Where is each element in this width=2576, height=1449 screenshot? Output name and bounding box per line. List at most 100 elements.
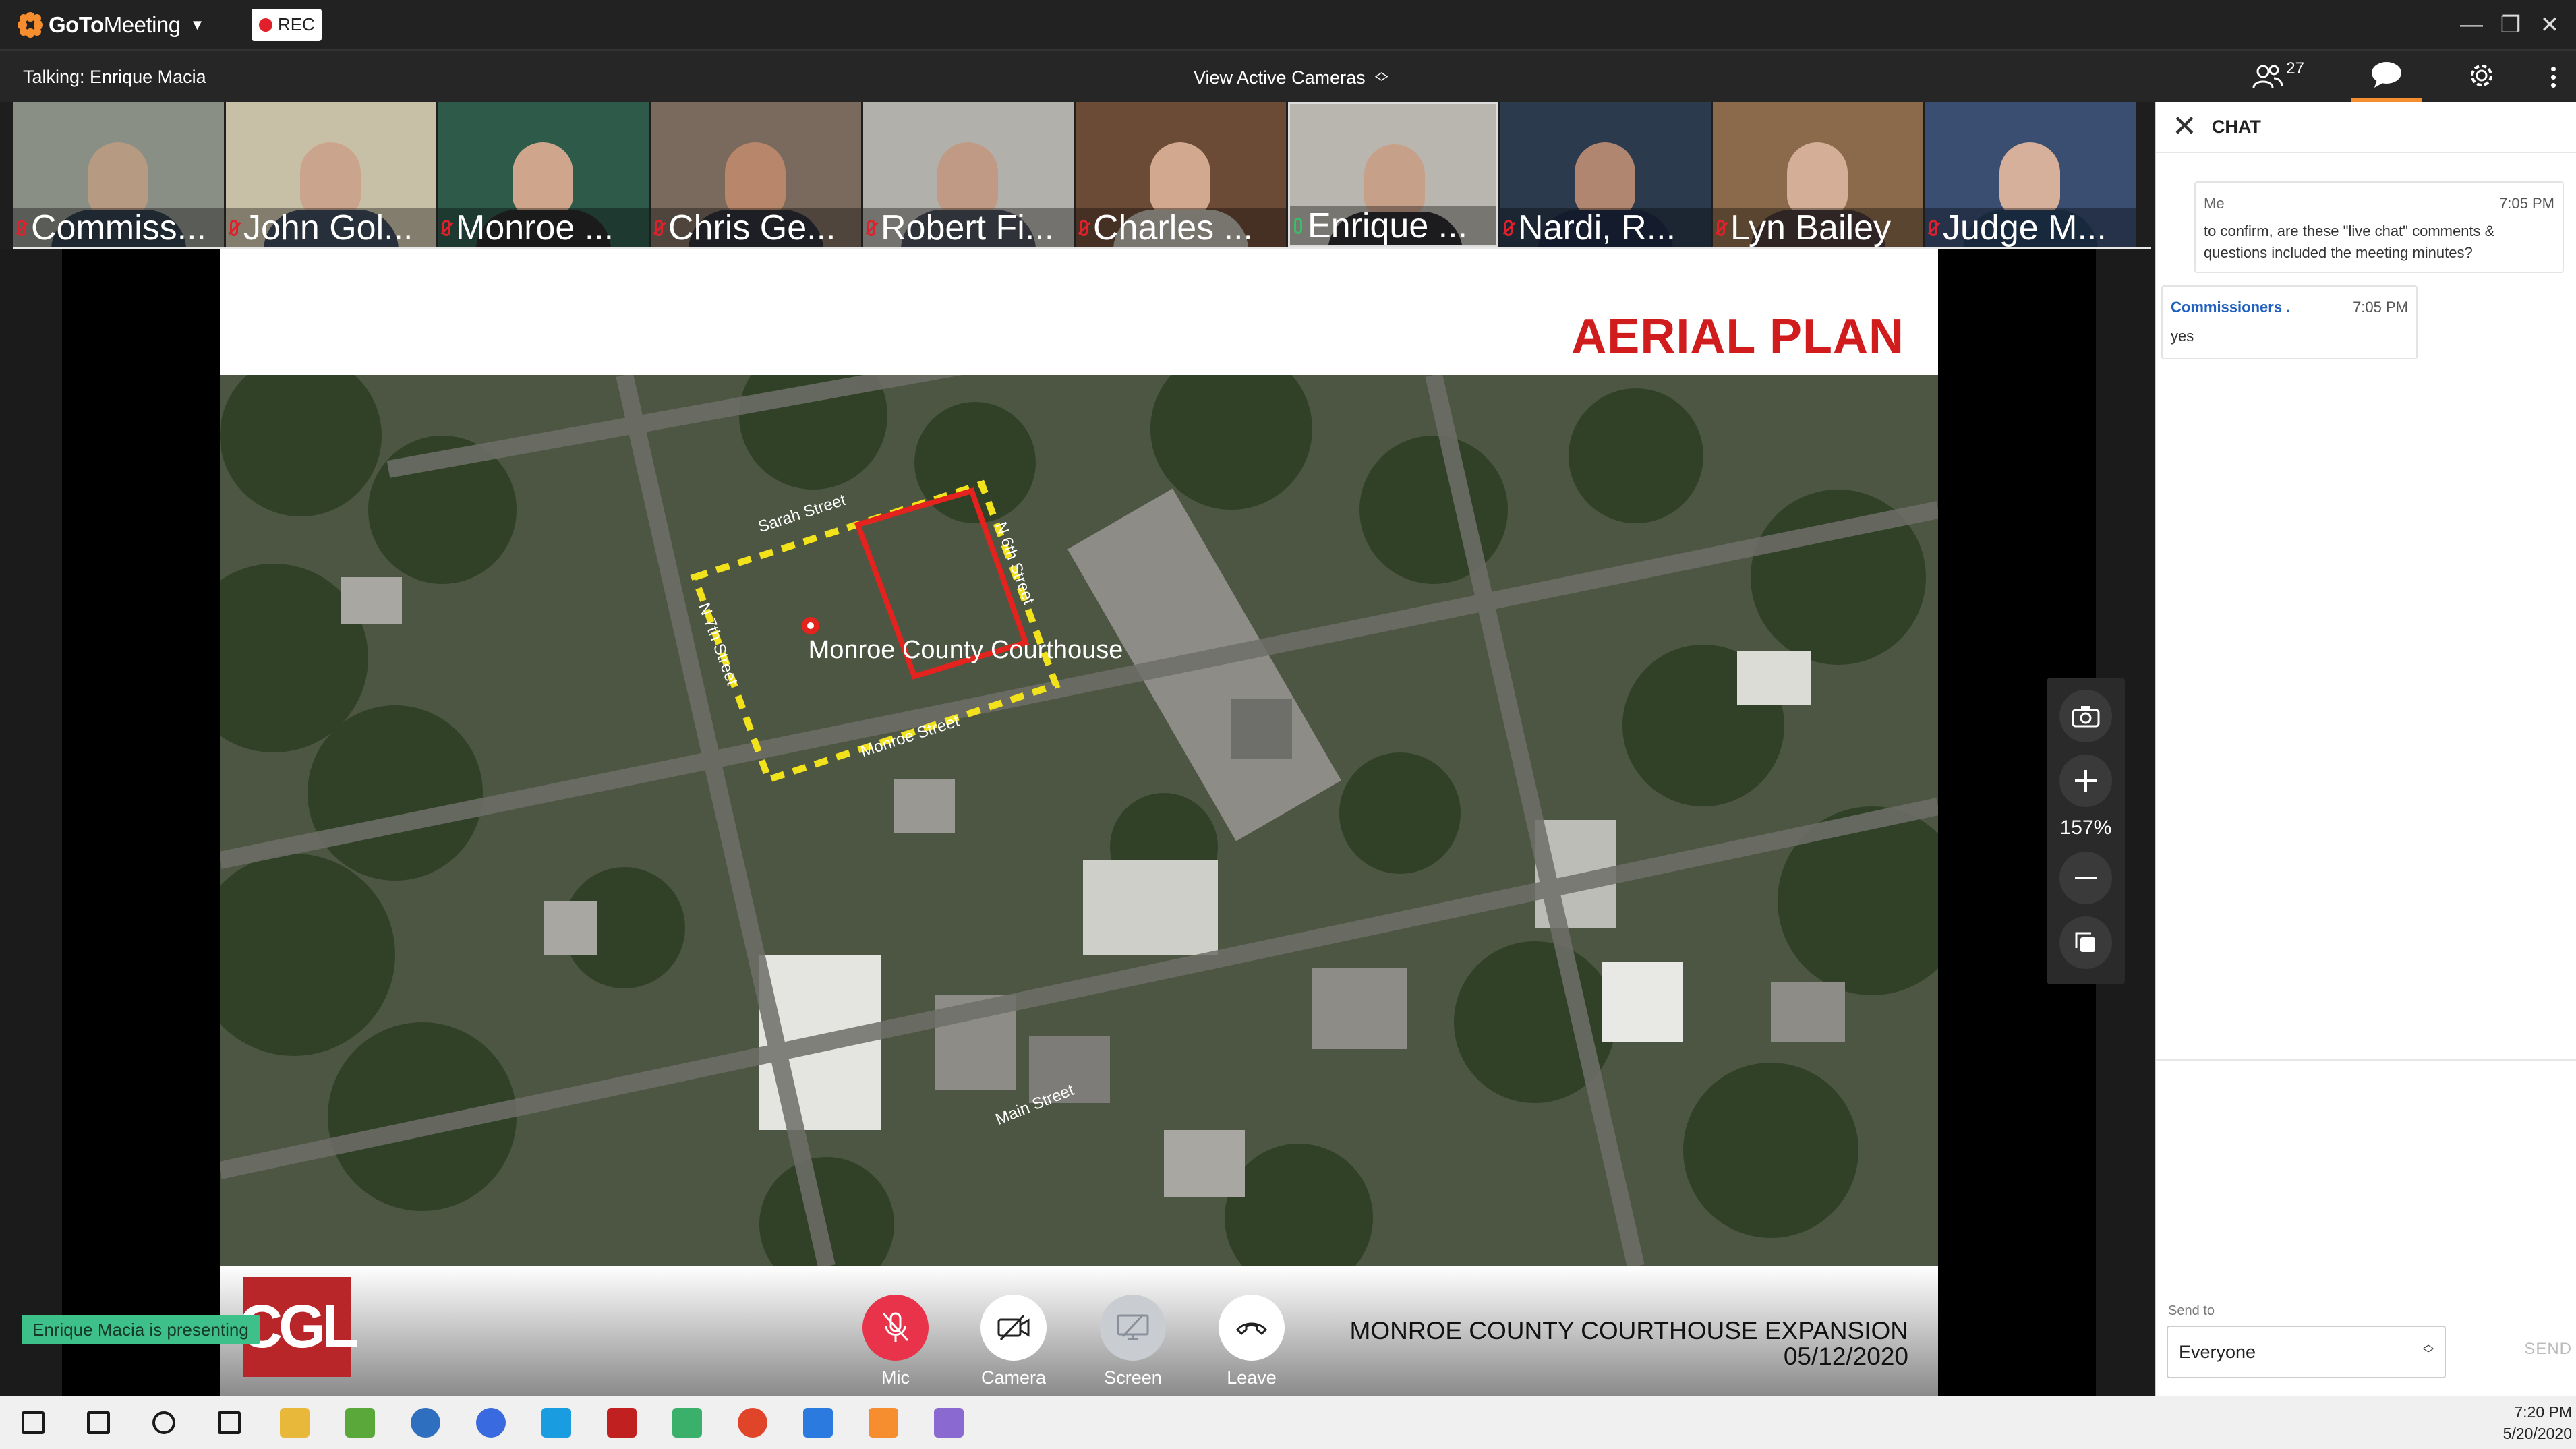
search-icon[interactable] xyxy=(65,1396,131,1449)
camera-strip: Commiss... John Gol... Monroe ... Chris Ge.… xyxy=(13,102,2136,247)
skype-icon[interactable] xyxy=(523,1396,589,1449)
chat-tab-button[interactable] xyxy=(2351,51,2422,102)
camera-tile[interactable]: Lyn Bailey xyxy=(1713,102,1923,247)
windows-start-icon[interactable] xyxy=(0,1396,65,1449)
snapshot-camera-icon[interactable] xyxy=(2059,690,2112,742)
camera-tile[interactable]: Charles ... xyxy=(1076,102,1286,247)
filezilla-icon[interactable] xyxy=(589,1396,654,1449)
record-dot-icon xyxy=(258,18,272,32)
mic-muted-icon xyxy=(882,1312,909,1342)
gotomeeting-icon-glyph xyxy=(868,1407,898,1438)
participant-name: Charles ... xyxy=(1093,208,1253,247)
mic-button[interactable]: Mic xyxy=(855,1295,936,1388)
participant-video xyxy=(1150,142,1210,216)
camera-tile-label: Lyn Bailey xyxy=(1713,208,1923,247)
updown-chevron-icon: ︿ ﹀ xyxy=(1374,65,1388,90)
slide-footer-project: MONROE COUNTY COURTHOUSE EXPANSION xyxy=(1349,1317,1909,1344)
participant-video xyxy=(1575,142,1635,216)
participant-name: Monroe ... xyxy=(456,208,614,247)
more-options-icon[interactable] xyxy=(2551,66,2556,88)
close-window-icon[interactable]: ✕ xyxy=(2530,11,2569,38)
gotomeeting-icon[interactable] xyxy=(850,1396,916,1449)
app-menu-caret-icon[interactable]: ▼ xyxy=(190,16,205,34)
recording-badge[interactable]: REC xyxy=(252,8,322,41)
camera-tile[interactable]: Judge M... xyxy=(1925,102,2136,247)
presenting-banner: Enrique Macia is presenting xyxy=(22,1315,260,1344)
participant-name: Commiss... xyxy=(31,208,206,247)
chrome-icon[interactable] xyxy=(720,1396,785,1449)
zoom-out-icon[interactable] xyxy=(2059,852,2112,904)
mic-muted-icon xyxy=(18,220,26,236)
participant-video xyxy=(937,142,998,216)
leave-button[interactable]: Leave xyxy=(1211,1295,1292,1388)
notepad-icon-glyph xyxy=(345,1407,375,1438)
pen-icon[interactable] xyxy=(654,1396,720,1449)
app-name: GoToMeeting xyxy=(49,11,181,37)
camera-tile[interactable]: Commiss... xyxy=(13,102,224,247)
participant-video xyxy=(725,142,786,216)
file-explorer-icon-glyph xyxy=(279,1407,310,1438)
windows-start-icon-glyph xyxy=(21,1411,45,1434)
signal-icon-glyph xyxy=(475,1407,506,1438)
people-icon xyxy=(2252,65,2283,88)
camera-tile[interactable]: Chris Ge... xyxy=(651,102,861,247)
title-bar: GoToMeeting ▼ REC — ❐ ✕ xyxy=(0,0,2576,49)
send-button[interactable]: SEND xyxy=(2524,1340,2572,1359)
view-active-cameras-button[interactable]: View Active Cameras ︿ ﹀ xyxy=(1194,65,1388,90)
chat-message-text: to confirm, are these "live chat" commen… xyxy=(2204,223,2495,261)
camera-tile-label: Commiss... xyxy=(13,208,224,247)
chat-message-time: 7:05 PM xyxy=(2353,299,2408,316)
cortana-icon[interactable] xyxy=(131,1396,196,1449)
participant-name: John Gol... xyxy=(243,208,413,247)
camera-tile-label: Robert Fi... xyxy=(863,208,1074,247)
signal-icon[interactable] xyxy=(458,1396,523,1449)
window-controls: — ❐ ✕ xyxy=(2452,0,2569,49)
fit-screen-icon[interactable] xyxy=(2059,916,2112,969)
view-active-cameras-label: View Active Cameras xyxy=(1194,67,1366,88)
file-explorer-icon[interactable] xyxy=(262,1396,327,1449)
hang-up-phone-icon xyxy=(1235,1322,1268,1336)
camera-tile-label: Monroe ... xyxy=(438,208,649,247)
minimize-icon[interactable]: — xyxy=(2452,11,2491,38)
paint-icon[interactable] xyxy=(916,1396,981,1449)
skype-icon-glyph xyxy=(541,1407,571,1438)
app-icon-glyph xyxy=(802,1407,833,1438)
restore-icon[interactable]: ❐ xyxy=(2491,11,2530,38)
zoom-toolbar: 157% xyxy=(2047,678,2125,984)
app-icon[interactable] xyxy=(785,1396,850,1449)
mic-muted-icon xyxy=(1929,220,1937,236)
search-icon-glyph xyxy=(86,1411,110,1434)
zoom-in-icon[interactable] xyxy=(2059,755,2112,807)
camera-tile[interactable]: Enrique ... xyxy=(1288,102,1498,247)
send-to-select[interactable]: Everyone ︿ ﹀ xyxy=(2167,1326,2446,1378)
close-chat-icon[interactable]: ✕ xyxy=(2172,112,2197,142)
talking-indicator: Talking: Enrique Macia xyxy=(23,67,206,87)
participant-video xyxy=(1999,142,2060,216)
courthouse-map-label: Monroe County Courthouse xyxy=(809,636,1123,664)
browser-icon[interactable] xyxy=(392,1396,458,1449)
clock-time: 7:20 PM xyxy=(2514,1403,2572,1421)
leave-label: Leave xyxy=(1227,1367,1277,1388)
mic-muted-icon xyxy=(230,220,238,236)
camera-button[interactable]: Camera xyxy=(973,1295,1054,1388)
attendees-button[interactable]: 27 xyxy=(2252,59,2304,90)
camera-off-icon xyxy=(997,1314,1030,1341)
notepad-icon[interactable] xyxy=(327,1396,392,1449)
camera-tile-label: Enrique ... xyxy=(1290,206,1496,245)
system-clock[interactable]: 7:20 PM 5/20/2020 xyxy=(2503,1401,2572,1444)
participant-name: Judge M... xyxy=(1943,208,2107,247)
camera-tile[interactable]: John Gol... xyxy=(226,102,436,247)
screen-share-button[interactable]: Screen xyxy=(1092,1295,1173,1388)
camera-tile[interactable]: Monroe ... xyxy=(438,102,649,247)
camera-tile[interactable]: Robert Fi... xyxy=(863,102,1074,247)
camera-tile[interactable]: Nardi, R... xyxy=(1500,102,1711,247)
participant-video xyxy=(1787,142,1848,216)
rec-label: REC xyxy=(277,14,315,34)
app-logo[interactable]: GoToMeeting ▼ xyxy=(18,11,205,38)
camera-tile-label: Chris Ge... xyxy=(651,208,861,247)
camera-tile-label: Charles ... xyxy=(1076,208,1286,247)
mic-muted-icon xyxy=(1504,220,1513,236)
task-view-icon[interactable] xyxy=(196,1396,262,1449)
participant-name: Chris Ge... xyxy=(668,208,836,247)
settings-gear-icon[interactable] xyxy=(2466,60,2497,94)
